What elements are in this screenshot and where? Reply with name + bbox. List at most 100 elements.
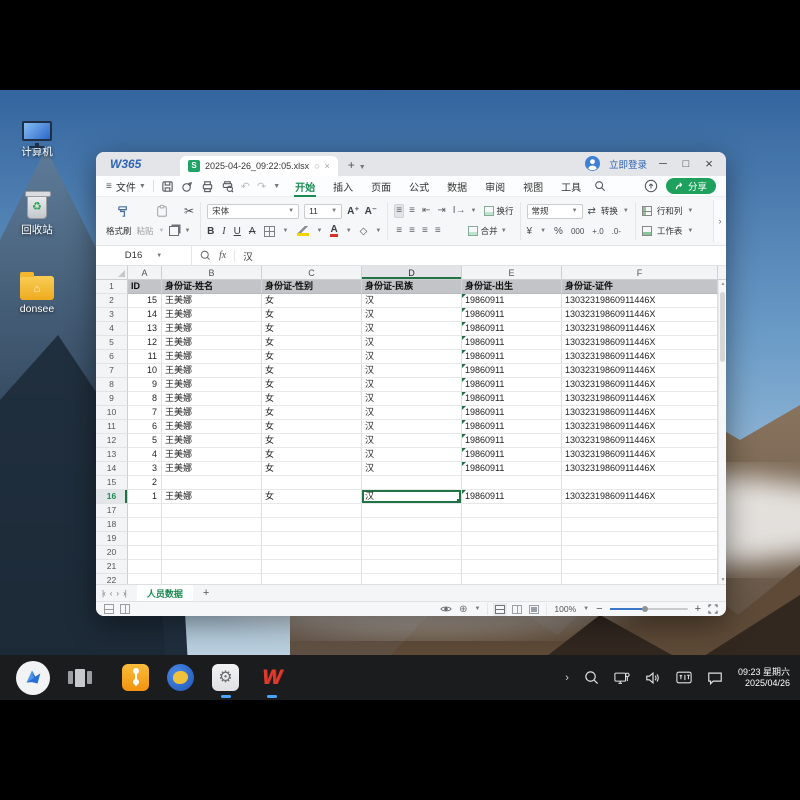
cell-C5[interactable]: 女 bbox=[262, 336, 362, 350]
row-header-7[interactable]: 7 bbox=[96, 364, 128, 378]
row-header-22[interactable]: 22 bbox=[96, 574, 128, 584]
search-icon[interactable] bbox=[594, 180, 606, 192]
rows-cols-chevron-icon[interactable]: ▼ bbox=[687, 208, 693, 214]
cell-A18[interactable] bbox=[128, 518, 162, 532]
row-header-14[interactable]: 14 bbox=[96, 462, 128, 476]
cell-B17[interactable] bbox=[162, 504, 262, 518]
cell-B11[interactable]: 王美娜 bbox=[162, 420, 262, 434]
center-view-icon[interactable]: ⊕ bbox=[459, 604, 467, 615]
row-header-6[interactable]: 6 bbox=[96, 350, 128, 364]
cell-A1[interactable]: ID bbox=[128, 280, 162, 294]
cell-D21[interactable] bbox=[362, 560, 462, 574]
increase-decimal-icon[interactable]: +.0 bbox=[592, 227, 603, 236]
cell-B14[interactable]: 王美娜 bbox=[162, 462, 262, 476]
fx-icon[interactable]: fx bbox=[219, 250, 226, 261]
cell-D14[interactable]: 汉 bbox=[362, 462, 462, 476]
cell-C3[interactable]: 女 bbox=[262, 308, 362, 322]
cell-A9[interactable]: 8 bbox=[128, 392, 162, 406]
row-header-5[interactable]: 5 bbox=[96, 336, 128, 350]
cell-mode-icon[interactable] bbox=[104, 604, 114, 614]
add-sheet-button[interactable]: + bbox=[203, 587, 209, 599]
cell-D6[interactable]: 汉 bbox=[362, 350, 462, 364]
normal-view-icon[interactable] bbox=[495, 605, 505, 614]
column-header-E[interactable]: E bbox=[462, 266, 562, 279]
paste-label[interactable]: 粘贴 bbox=[137, 225, 154, 237]
align-right-icon[interactable]: ≡ bbox=[420, 224, 430, 238]
cell-D15[interactable] bbox=[362, 476, 462, 490]
row-header-21[interactable]: 21 bbox=[96, 560, 128, 574]
clear-chevron-icon[interactable]: ▼ bbox=[375, 228, 381, 234]
cell-B4[interactable]: 王美娜 bbox=[162, 322, 262, 336]
desktop-icon-folder[interactable]: ⌂ donsee bbox=[8, 272, 66, 315]
align-left-icon[interactable]: ≡ bbox=[394, 224, 404, 238]
cell-C1[interactable]: 身份证-性别 bbox=[262, 280, 362, 294]
cell-F10[interactable]: 13032319860911446X bbox=[562, 406, 718, 420]
cell-B21[interactable] bbox=[162, 560, 262, 574]
hamburger-icon[interactable]: ≡ bbox=[106, 181, 112, 192]
font-size-select[interactable]: 11▼ bbox=[304, 204, 342, 219]
notifications-icon[interactable] bbox=[707, 671, 723, 685]
row-header-15[interactable]: 15 bbox=[96, 476, 128, 490]
number-format-select[interactable]: 常规▼ bbox=[527, 204, 583, 219]
row-header-3[interactable]: 3 bbox=[96, 308, 128, 322]
comma-style-icon[interactable]: 000 bbox=[571, 227, 584, 236]
row-header-1[interactable]: 1 bbox=[96, 280, 128, 294]
cell-C7[interactable]: 女 bbox=[262, 364, 362, 378]
cell-A15[interactable]: 2 bbox=[128, 476, 162, 490]
launcher-app-icon[interactable] bbox=[122, 664, 149, 691]
minimize-button[interactable]: ─ bbox=[656, 158, 670, 170]
share-button[interactable]: 分享 bbox=[666, 178, 716, 194]
taskbar-clock[interactable]: 09:23 星期六 2025/04/26 bbox=[738, 667, 790, 689]
tab-close-icon[interactable]: × bbox=[325, 161, 330, 171]
cell-F6[interactable]: 13032319860911446X bbox=[562, 350, 718, 364]
cell-A5[interactable]: 12 bbox=[128, 336, 162, 350]
cell-E19[interactable] bbox=[462, 532, 562, 546]
cell-F7[interactable]: 13032319860911446X bbox=[562, 364, 718, 378]
file-menu-chevron-icon[interactable]: ▼ bbox=[139, 183, 146, 190]
cell-D9[interactable]: 汉 bbox=[362, 392, 462, 406]
last-sheet-icon[interactable]: ›| bbox=[123, 589, 126, 598]
convert-label[interactable]: 转换 bbox=[601, 205, 618, 217]
cell-A17[interactable] bbox=[128, 504, 162, 518]
convert-chevron-icon[interactable]: ▼ bbox=[623, 208, 629, 214]
input-method-icon[interactable] bbox=[676, 671, 692, 684]
select-all-corner[interactable] bbox=[96, 266, 128, 279]
cell-C8[interactable]: 女 bbox=[262, 378, 362, 392]
cell-E1[interactable]: 身份证-出生 bbox=[462, 280, 562, 294]
cell-B12[interactable]: 王美娜 bbox=[162, 434, 262, 448]
maximize-button[interactable]: □ bbox=[679, 158, 693, 170]
cell-E9[interactable]: 19860911 bbox=[462, 392, 562, 406]
cell-F9[interactable]: 13032319860911446X bbox=[562, 392, 718, 406]
name-box[interactable]: D16 ▼ bbox=[96, 246, 192, 265]
cell-E17[interactable] bbox=[462, 504, 562, 518]
cell-C6[interactable]: 女 bbox=[262, 350, 362, 364]
cell-D22[interactable] bbox=[362, 574, 462, 584]
macro-record-icon[interactable] bbox=[120, 604, 130, 614]
menu-tab-开始[interactable]: 开始 bbox=[294, 176, 316, 197]
desktop-icon-computer[interactable]: 计算机 bbox=[8, 113, 66, 159]
worksheet-chevron-icon[interactable]: ▼ bbox=[687, 228, 693, 234]
cell-D8[interactable]: 汉 bbox=[362, 378, 462, 392]
cell-B22[interactable] bbox=[162, 574, 262, 584]
format-painter-icon[interactable] bbox=[106, 204, 140, 219]
cell-A13[interactable]: 4 bbox=[128, 448, 162, 462]
cell-F8[interactable]: 13032319860911446X bbox=[562, 378, 718, 392]
cut-icon[interactable]: ✂ bbox=[184, 205, 194, 218]
page-break-view-icon[interactable] bbox=[529, 605, 539, 614]
cell-F11[interactable]: 13032319860911446X bbox=[562, 420, 718, 434]
cell-E21[interactable] bbox=[462, 560, 562, 574]
cell-A12[interactable]: 5 bbox=[128, 434, 162, 448]
cell-C2[interactable]: 女 bbox=[262, 294, 362, 308]
quickbar-chevron-icon[interactable]: ▼ bbox=[273, 183, 280, 190]
row-header-4[interactable]: 4 bbox=[96, 322, 128, 336]
cell-F3[interactable]: 13032319860911446X bbox=[562, 308, 718, 322]
column-header-A[interactable]: A bbox=[128, 266, 162, 279]
undo-button[interactable]: ↶ bbox=[241, 180, 250, 193]
row-header-8[interactable]: 8 bbox=[96, 378, 128, 392]
merge-chevron-icon[interactable]: ▼ bbox=[501, 228, 507, 234]
cell-D5[interactable]: 汉 bbox=[362, 336, 462, 350]
underline-button[interactable]: U bbox=[234, 226, 241, 237]
cell-C15[interactable] bbox=[262, 476, 362, 490]
ribbon-expand-chevron-icon[interactable]: › bbox=[713, 200, 726, 242]
sheet-tab[interactable]: 人员数据 bbox=[137, 585, 193, 602]
